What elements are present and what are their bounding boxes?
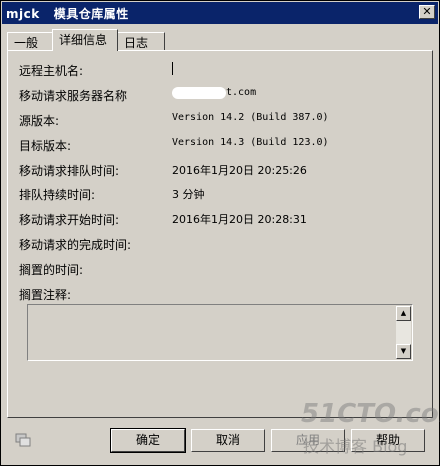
vertical-scrollbar[interactable]: ▲ ▼ bbox=[396, 306, 411, 359]
tab-details[interactable]: 详细信息 bbox=[52, 29, 118, 51]
field-start-time: 移动请求开始时间: 2016年1月20日 20:28:31 bbox=[19, 211, 307, 227]
field-label: 移动请求服务器名称 bbox=[19, 89, 128, 103]
tab-log[interactable]: 日志 bbox=[117, 32, 165, 50]
cancel-button[interactable]: 取消 bbox=[191, 429, 265, 452]
field-label: 搁置的时间: bbox=[19, 263, 84, 277]
redacted-mask bbox=[172, 87, 226, 99]
ok-button[interactable]: 确定 bbox=[110, 428, 186, 453]
properties-icon bbox=[15, 433, 31, 447]
field-source-version: 源版本: Version 14.2 (Build 387.0) bbox=[19, 112, 329, 128]
window-title: mjck 模具仓库属性 bbox=[6, 6, 129, 21]
field-label: 远程主机名: bbox=[19, 64, 84, 78]
field-value: 2016年1月20日 20:25:26 bbox=[172, 164, 307, 177]
text-cursor bbox=[172, 62, 173, 75]
details-panel bbox=[7, 50, 433, 418]
properties-dialog: mjck 模具仓库属性 ✕ 一般 详细信息 日志 远程主机名: 移动请求服务器名… bbox=[0, 0, 440, 466]
field-queued-time: 移动请求排队时间: 2016年1月20日 20:25:26 bbox=[19, 162, 307, 178]
scroll-up-icon[interactable]: ▲ bbox=[396, 306, 411, 321]
field-label: 移动请求排队时间: bbox=[19, 164, 120, 178]
scroll-down-icon[interactable]: ▼ bbox=[396, 344, 411, 359]
field-value: 2016年1月20日 20:28:31 bbox=[172, 213, 307, 226]
field-label: 排队持续时间: bbox=[19, 188, 96, 202]
field-remote-host: 远程主机名: bbox=[19, 62, 173, 78]
field-completion-time: 移动请求的完成时间: bbox=[19, 236, 172, 252]
field-label: 目标版本: bbox=[19, 139, 72, 153]
close-icon[interactable]: ✕ bbox=[419, 5, 435, 19]
field-server-name: 移动请求服务器名称 t.com bbox=[19, 87, 256, 103]
field-value: 3 分钟 bbox=[172, 188, 205, 201]
field-value: Version 14.2 (Build 387.0) bbox=[172, 112, 329, 123]
suspend-comment-textarea[interactable]: ▲ ▼ bbox=[27, 304, 413, 361]
watermark-blog: 技术博客 Blog bbox=[303, 437, 408, 456]
watermark-site: 51CTO.com bbox=[301, 399, 440, 429]
field-target-version: 目标版本: Version 14.3 (Build 123.0) bbox=[19, 137, 329, 153]
title-bar: mjck 模具仓库属性 ✕ bbox=[2, 2, 438, 24]
field-label: 移动请求开始时间: bbox=[19, 213, 120, 227]
field-suspend-comment: 搁置注释: bbox=[19, 286, 172, 302]
field-value: Version 14.3 (Build 123.0) bbox=[172, 137, 329, 148]
field-value: t.com bbox=[226, 87, 257, 98]
field-label: 搁置注释: bbox=[19, 288, 72, 302]
field-queue-duration: 排队持续时间: 3 分钟 bbox=[19, 186, 205, 202]
field-label: 源版本: bbox=[19, 114, 60, 128]
field-label: 移动请求的完成时间: bbox=[19, 238, 132, 252]
field-suspended-time: 搁置的时间: bbox=[19, 261, 172, 277]
tab-general[interactable]: 一般 bbox=[7, 32, 53, 50]
